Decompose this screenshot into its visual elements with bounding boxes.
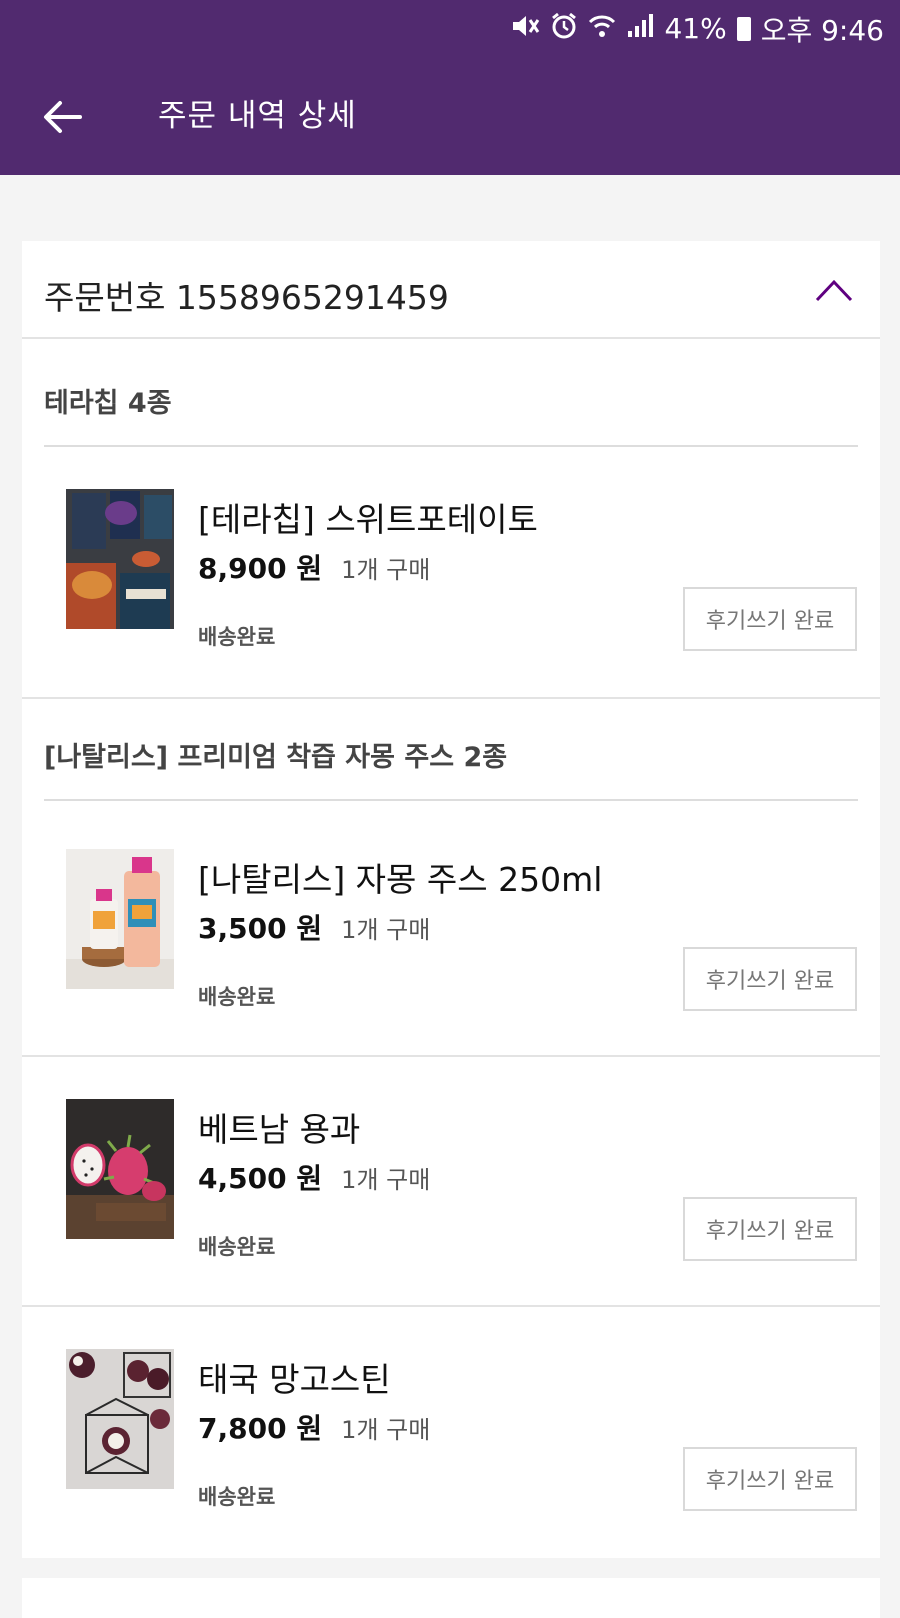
delivery-status: 배송완료 [198,1485,276,1509]
next-section-card [22,1578,880,1618]
product-qty: 1개 구매 [341,1166,431,1194]
group-divider [44,445,858,447]
group-divider [44,799,858,801]
price-line: 7,800 원 1개 구매 [198,1407,430,1447]
section-divider [22,1305,880,1307]
delivery-status: 배송완료 [198,625,276,649]
group-title: [나탈리스] 프리미엄 착즙 자몽 주스 2종 [44,742,508,773]
product-name[interactable]: [테라칩] 스위트포테이토 [198,493,538,541]
arrow-left-icon [44,101,82,133]
back-button[interactable] [30,85,94,149]
order-header[interactable]: 주문번호 1558965291459 [22,241,880,339]
product-name[interactable]: 베트남 용과 [198,1103,360,1151]
clock: 오후 9:46 [760,13,884,47]
product-price: 7,800 원 [198,1412,323,1445]
review-button[interactable]: 후기쓰기 완료 [683,947,857,1011]
product-price: 8,900 원 [198,552,323,585]
app-bar: 주문 내역 상세 [0,57,900,175]
review-button[interactable]: 후기쓰기 완료 [683,1447,857,1511]
order-card: 주문번호 1558965291459 테라칩 4종 [테라칩] 스위트포테이토 [22,241,880,1558]
status-bar: 41% 오후 9:46 [0,0,900,57]
alarm-icon [550,12,578,45]
product-price: 4,500 원 [198,1162,323,1195]
product-qty: 1개 구매 [341,556,431,584]
product-image-dragon-fruit [66,1099,174,1239]
page-title: 주문 내역 상세 [158,98,357,134]
product-name[interactable]: [나탈리스] 자몽 주스 250ml [198,853,602,901]
list-item[interactable]: 베트남 용과 4,500 원 1개 구매 배송완료 후기쓰기 완료 [22,1099,880,1269]
review-button[interactable]: 후기쓰기 완료 [683,1197,857,1261]
product-image-terra-chip [66,489,174,629]
product-qty: 1개 구매 [341,916,431,944]
price-line: 3,500 원 1개 구매 [198,907,430,947]
battery-icon [736,16,751,41]
wifi-icon [588,13,616,44]
product-qty: 1개 구매 [341,1416,431,1444]
delivery-status: 배송완료 [198,985,276,1009]
section-divider [22,697,880,699]
product-image-grapefruit-juice [66,849,174,989]
signal-icon [626,13,654,44]
list-item[interactable]: [테라칩] 스위트포테이토 8,900 원 1개 구매 배송완료 후기쓰기 완료 [22,489,880,659]
product-price: 3,500 원 [198,912,323,945]
battery-percent: 41% [664,12,727,45]
order-number: 주문번호 1558965291459 [44,278,449,317]
product-name[interactable]: 태국 망고스틴 [198,1353,391,1401]
delivery-status: 배송완료 [198,1235,276,1259]
chevron-up-icon[interactable] [814,277,854,303]
review-button[interactable]: 후기쓰기 완료 [683,587,857,651]
price-line: 8,900 원 1개 구매 [198,547,430,587]
section-divider [22,1055,880,1057]
mute-icon [510,13,540,44]
list-item[interactable]: 태국 망고스틴 7,800 원 1개 구매 배송완료 후기쓰기 완료 [22,1349,880,1519]
price-line: 4,500 원 1개 구매 [198,1157,430,1197]
product-image-mangosteen [66,1349,174,1489]
group-title: 테라칩 4종 [44,388,172,419]
list-item[interactable]: [나탈리스] 자몽 주스 250ml 3,500 원 1개 구매 배송완료 후기… [22,849,880,1019]
